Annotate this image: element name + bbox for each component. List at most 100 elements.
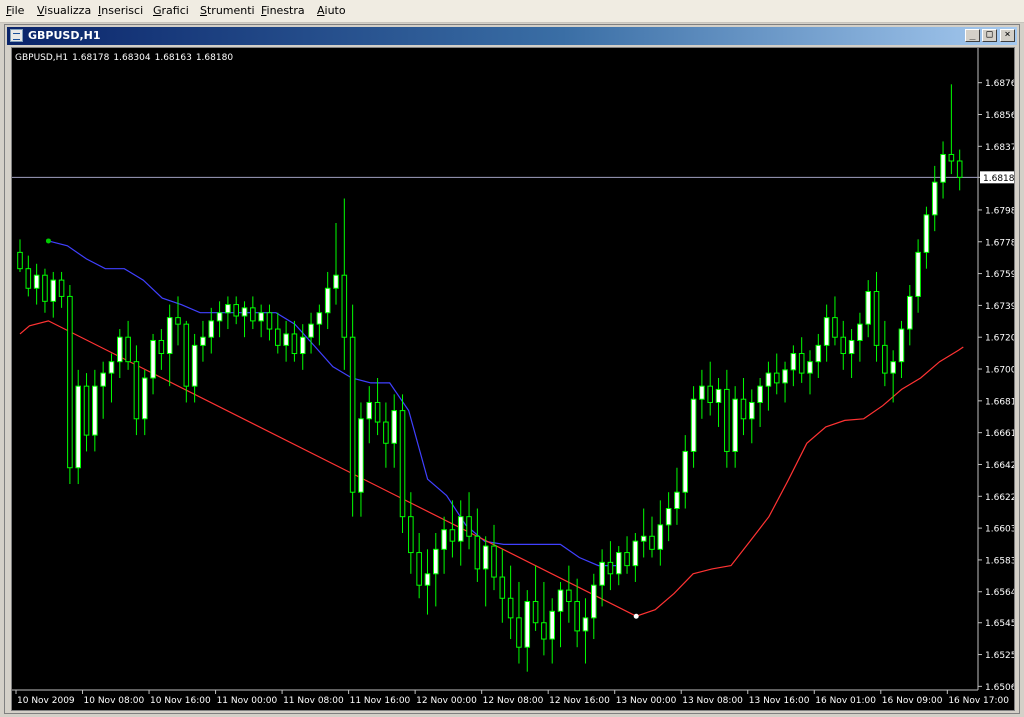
candle-body [857, 323, 863, 341]
menu-inserisci[interactable]: Inserisci [98, 4, 143, 17]
candle-body [782, 369, 788, 384]
candle-body [757, 385, 763, 403]
x-tick-label: 16 Nov 17:00 [948, 696, 1009, 706]
minimize-button[interactable]: _ [965, 29, 980, 42]
candle-body [848, 339, 855, 355]
chart-window: GBPUSD,H1 _ □ × 1.687601.685651.683701.6… [4, 24, 1020, 714]
maximize-button[interactable]: □ [982, 29, 997, 42]
candle-body [482, 545, 489, 570]
candle-body [283, 333, 289, 346]
window-title: GBPUSD,H1 [28, 29, 101, 42]
candle-body [815, 344, 822, 363]
upper-start-marker [45, 238, 51, 244]
candle-body [765, 372, 772, 387]
y-tick-label: 1.65060 [985, 683, 1014, 693]
candle-body [42, 274, 48, 302]
y-tick-label: 1.67005 [985, 366, 1014, 376]
candle-body [83, 385, 90, 436]
candle-body [183, 323, 190, 387]
candle-body [349, 336, 356, 493]
menu-visualizza[interactable]: Visualizza [37, 4, 91, 17]
candle-body [524, 601, 531, 648]
menu-grafici[interactable]: Grafici [153, 4, 189, 17]
y-tick-label: 1.66615 [985, 429, 1014, 439]
candle-body [441, 529, 447, 550]
candle-body [499, 576, 506, 599]
candle-body [690, 398, 697, 452]
candle-body [50, 279, 57, 302]
candle-body [882, 344, 888, 374]
candle-body [915, 251, 921, 297]
menu-aiuto[interactable]: Aiuto [317, 4, 346, 17]
candle-body [374, 401, 381, 423]
candle-body [674, 491, 680, 510]
candle-body [324, 287, 331, 314]
candle-body [931, 181, 938, 216]
y-tick-label: 1.67200 [985, 334, 1014, 344]
candle-body [150, 339, 156, 379]
x-tick-label: 10 Nov 08:00 [84, 696, 145, 706]
candle-body [873, 291, 880, 346]
y-tick-label: 1.68760 [985, 79, 1014, 89]
candle-body [865, 291, 871, 325]
candle-body [649, 535, 655, 550]
x-tick-label: 10 Nov 2009 [17, 696, 75, 706]
candle-body [632, 540, 639, 567]
window-titlebar[interactable]: GBPUSD,H1 _ □ × [7, 27, 1017, 45]
candle-body [117, 336, 123, 363]
x-tick-label: 13 Nov 16:00 [749, 696, 810, 706]
candle-body [948, 153, 955, 162]
x-tick-label: 13 Nov 08:00 [682, 696, 743, 706]
y-tick-label: 1.65640 [985, 588, 1014, 598]
candle-body [840, 336, 847, 355]
y-tick-label: 1.68370 [985, 143, 1014, 153]
candle-body [640, 535, 647, 542]
price-chart[interactable]: 1.68760 1.68565 1.68370 1.68180 1.67980 1.677… [12, 48, 1014, 710]
y-tick-label: 1.66810 [985, 397, 1014, 407]
candle-body [216, 312, 223, 322]
candle-body [133, 361, 140, 420]
candle-body [591, 584, 597, 619]
candle-body [275, 328, 281, 346]
y-tick-label: 1.65255 [985, 651, 1014, 661]
candle-body [732, 398, 738, 452]
candle-body [773, 372, 780, 384]
candle-body [33, 274, 40, 289]
candle-body [624, 552, 630, 567]
candle-body [890, 361, 896, 374]
candle-body [416, 552, 422, 586]
x-tick-label: 13 Nov 00:00 [616, 696, 677, 706]
candle-body [607, 561, 614, 575]
candle-body [707, 385, 713, 403]
candle-body [108, 361, 115, 374]
info-open: 1.68178 [72, 53, 110, 63]
candle-body [507, 597, 514, 619]
candle-body [358, 418, 364, 493]
candle-body [383, 421, 389, 444]
candle-body [491, 545, 497, 578]
x-tick-label: 11 Nov 00:00 [217, 696, 278, 706]
chart-info-label: GBPUSD,H1 1.68178 1.68304 1.68163 1.68180 [15, 53, 237, 63]
candle-body [316, 312, 323, 325]
candle-body [657, 524, 664, 550]
y-tick-label: 1.65450 [985, 619, 1014, 629]
candle-body [907, 295, 913, 330]
menu-strumenti[interactable]: Strumenti [200, 4, 255, 17]
menu-finestra[interactable]: Finestra [261, 4, 305, 17]
close-button[interactable]: × [1000, 29, 1015, 42]
candle-body [67, 295, 73, 469]
y-tick-label: 1.66225 [985, 493, 1014, 503]
candle-body [665, 508, 672, 526]
candle-body [466, 516, 472, 537]
chart-area[interactable]: 1.68760 1.68565 1.68370 1.68180 1.67980 1.677… [11, 47, 1015, 711]
candle-body [740, 398, 747, 420]
info-symbol: GBPUSD,H1 [15, 53, 69, 63]
y-tick-label: 1.67785 [985, 238, 1014, 248]
candle-body [898, 328, 905, 363]
candle-body [291, 333, 298, 355]
candle-body [956, 160, 963, 178]
candle-body [208, 320, 215, 338]
candle-body [366, 401, 373, 420]
menu-file[interactable]: File [6, 4, 24, 17]
x-tick-label: 11 Nov 16:00 [350, 696, 411, 706]
